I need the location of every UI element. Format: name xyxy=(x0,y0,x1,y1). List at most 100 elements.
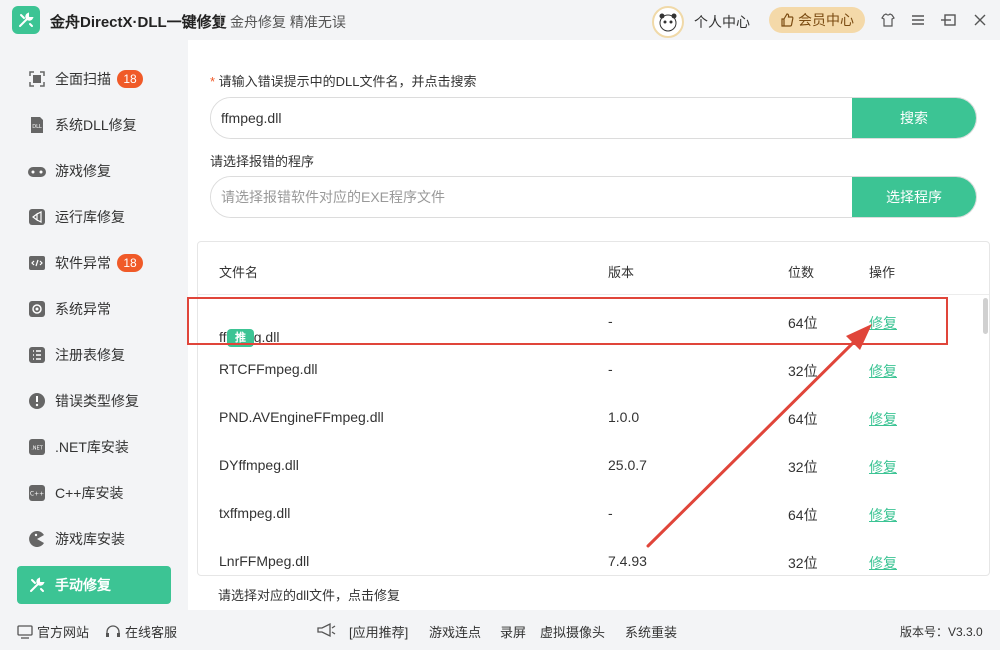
list-icon xyxy=(27,345,47,365)
dll-icon: DLL xyxy=(27,115,47,135)
select-program-button[interactable]: 选择程序 xyxy=(852,177,976,217)
app-slogan: 金舟修复 精准无误 xyxy=(230,14,346,30)
sidebar-item-label: 全面扫描 xyxy=(55,71,111,87)
file-version: 7.4.93 xyxy=(608,553,647,569)
sidebar-item-runtime-repair[interactable]: 运行库修复 xyxy=(17,198,171,236)
sidebar-item-game-repair[interactable]: 游戏修复 xyxy=(17,152,171,190)
table-row[interactable]: DYffmpeg.dll 25.0.7 32位 修复 xyxy=(198,441,978,489)
app-title: 金舟DirectX·DLL一键修复 xyxy=(50,14,227,31)
close-icon[interactable] xyxy=(970,10,990,30)
sidebar-item-software-error[interactable]: 软件异常 18 xyxy=(17,244,171,282)
dotnet-icon: .NET xyxy=(27,437,47,457)
skin-icon[interactable] xyxy=(878,10,898,30)
program-path-input[interactable] xyxy=(211,177,852,217)
table-hint: 请选择对应的dll文件，点击修复 xyxy=(218,588,401,603)
sidebar-item-label: 错误类型修复 xyxy=(55,393,139,409)
official-site-link[interactable]: 官方网站 xyxy=(17,622,89,641)
search-label: * 请输入错误提示中的DLL文件名，并点击搜索 xyxy=(210,74,477,89)
svg-text:DLL: DLL xyxy=(32,124,42,130)
sidebar-item-label: 游戏库安装 xyxy=(55,531,125,547)
sidebar-item-system-dll[interactable]: DLL 系统DLL修复 xyxy=(17,106,171,144)
repair-link[interactable]: 修复 xyxy=(869,361,897,381)
footer-link-virtual-camera[interactable]: 虚拟摄像头 xyxy=(540,622,605,641)
thumbs-up-icon xyxy=(781,13,794,27)
megaphone-icon xyxy=(316,622,336,638)
app-recommend-label: [应用推荐] xyxy=(349,625,409,640)
sidebar-item-full-scan[interactable]: 全面扫描 18 xyxy=(17,60,171,98)
maximize-icon[interactable] xyxy=(940,10,960,30)
headset-icon xyxy=(106,624,120,637)
sidebar-item-manual-repair[interactable]: 手动修复 xyxy=(17,566,171,604)
table-row[interactable]: LnrFFMpeg.dll 7.4.93 32位 修复 xyxy=(198,537,978,575)
sidebar-item-label: .NET库安装 xyxy=(55,439,129,455)
vs-icon xyxy=(27,207,47,227)
footer-link-auto-clicker[interactable]: 游戏连点 xyxy=(429,622,481,641)
sidebar-item-system-error[interactable]: 系统异常 xyxy=(17,290,171,328)
title-bar: 金舟DirectX·DLL一键修复 金舟修复 精准无误 个人中心 会员中心 xyxy=(0,0,1000,40)
sidebar-item-label: 手动修复 xyxy=(55,577,111,593)
sidebar-item-label: 系统DLL修复 xyxy=(55,117,137,133)
sidebar: 全面扫描 18 DLL 系统DLL修复 游戏修复 运行库修复 软件异常 18 系… xyxy=(0,56,188,616)
file-name: LnrFFMpeg.dll xyxy=(219,553,310,569)
menu-icon[interactable] xyxy=(908,10,928,30)
program-label: 请选择报错的程序 xyxy=(210,154,315,169)
highlight-box xyxy=(187,297,948,345)
sidebar-item-label: 软件异常 xyxy=(55,255,111,271)
footer-link-screen-record[interactable]: 录屏 xyxy=(500,622,526,641)
svg-text:.NET: .NET xyxy=(31,446,43,452)
version-label: 版本号：V3.3.0 xyxy=(900,625,983,639)
online-service-link[interactable]: 在线客服 xyxy=(105,622,177,641)
count-badge: 18 xyxy=(117,254,143,272)
footer-link-system-reinstall[interactable]: 系统重装 xyxy=(625,622,677,641)
sidebar-item-label: 注册表修复 xyxy=(55,347,125,363)
table-scrollbar[interactable] xyxy=(983,298,988,334)
wrench-icon xyxy=(27,575,47,595)
search-row: 搜索 xyxy=(210,97,977,139)
sidebar-item-dotnet-install[interactable]: .NET .NET库安装 xyxy=(17,428,171,466)
dll-results-table: 文件名 版本 位数 操作 ffmpeg.dll推荐 - 64位 修复 RTCFF… xyxy=(197,241,990,576)
app-logo-icon xyxy=(12,6,40,34)
repair-link[interactable]: 修复 xyxy=(869,553,897,573)
code-icon xyxy=(27,253,47,273)
sidebar-item-error-type-repair[interactable]: 错误类型修复 xyxy=(17,382,171,420)
vip-center-button[interactable]: 会员中心 xyxy=(769,7,865,33)
file-bits: 64位 xyxy=(788,411,818,427)
repair-link[interactable]: 修复 xyxy=(869,409,897,429)
repair-link[interactable]: 修复 xyxy=(869,457,897,477)
file-bits: 32位 xyxy=(788,459,818,475)
dll-search-input[interactable] xyxy=(211,98,852,138)
footer: 官方网站 在线客服 [应用推荐] 游戏连点 录屏 虚拟摄像头 系统重装 版本号：… xyxy=(0,610,1000,650)
file-name: RTCFFmpeg.dll xyxy=(219,361,318,377)
file-version: - xyxy=(608,505,613,521)
cpp-icon: C++ xyxy=(27,483,47,503)
table-row[interactable]: RTCFFmpeg.dll - 32位 修复 xyxy=(198,345,978,393)
sidebar-item-label: 系统异常 xyxy=(55,301,111,317)
header-bits: 位数 xyxy=(788,265,815,280)
search-button[interactable]: 搜索 xyxy=(852,98,976,138)
header-filename: 文件名 xyxy=(219,265,259,280)
file-name: txffmpeg.dll xyxy=(219,505,291,521)
program-row: 选择程序 xyxy=(210,176,977,218)
file-bits: 32位 xyxy=(788,555,818,571)
table-row[interactable]: txffmpeg.dll - 64位 修复 xyxy=(198,489,978,537)
table-row[interactable]: PND.AVEngineFFmpeg.dll 1.0.0 64位 修复 xyxy=(198,393,978,441)
header-version: 版本 xyxy=(608,265,635,280)
file-name: PND.AVEngineFFmpeg.dll xyxy=(219,409,384,425)
vip-center-label: 会员中心 xyxy=(798,12,854,28)
pacman-icon xyxy=(27,529,47,549)
file-version: - xyxy=(608,361,613,377)
sidebar-item-label: C++库安装 xyxy=(55,485,124,501)
repair-link[interactable]: 修复 xyxy=(869,505,897,525)
header-action: 操作 xyxy=(869,265,896,280)
sidebar-item-registry-repair[interactable]: 注册表修复 xyxy=(17,336,171,374)
sidebar-item-game-lib-install[interactable]: 游戏库安装 xyxy=(17,520,171,558)
file-bits: 64位 xyxy=(788,507,818,523)
gamepad-icon xyxy=(27,161,47,181)
sidebar-item-cpp-install[interactable]: C++ C++库安装 xyxy=(17,474,171,512)
count-badge: 18 xyxy=(117,70,143,88)
personal-center-link[interactable]: 个人中心 xyxy=(694,12,750,32)
gear-icon xyxy=(27,299,47,319)
sidebar-item-label: 游戏修复 xyxy=(55,163,111,179)
sidebar-item-label: 运行库修复 xyxy=(55,209,125,225)
avatar[interactable] xyxy=(652,6,684,38)
